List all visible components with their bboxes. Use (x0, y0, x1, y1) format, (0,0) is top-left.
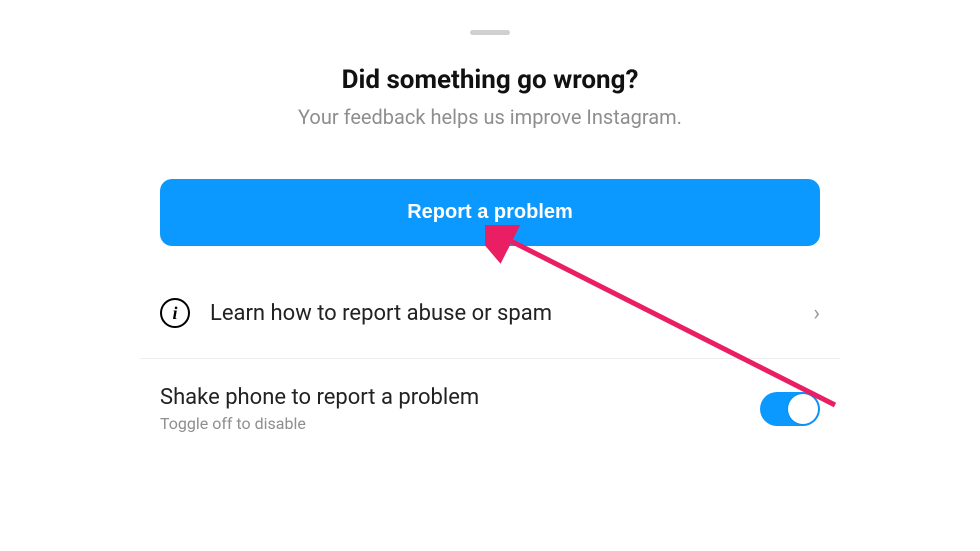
shake-toggle-switch[interactable] (760, 392, 820, 426)
toggle-knob (788, 394, 818, 424)
feedback-sheet: Did something go wrong? Your feedback he… (140, 0, 840, 551)
chevron-right-icon: › (813, 301, 820, 326)
learn-abuse-label: Learn how to report abuse or spam (210, 301, 813, 326)
sheet-title: Did something go wrong? (140, 65, 840, 95)
shake-toggle-subtitle: Toggle off to disable (160, 414, 760, 433)
info-icon: i (160, 298, 190, 328)
report-problem-button[interactable]: Report a problem (160, 179, 820, 246)
learn-abuse-row[interactable]: i Learn how to report abuse or spam › (140, 286, 840, 359)
sheet-subtitle: Your feedback helps us improve Instagram… (140, 105, 840, 129)
shake-toggle-row: Shake phone to report a problem Toggle o… (140, 359, 840, 463)
drag-handle-icon[interactable] (470, 30, 510, 35)
shake-toggle-title: Shake phone to report a problem (160, 385, 760, 410)
